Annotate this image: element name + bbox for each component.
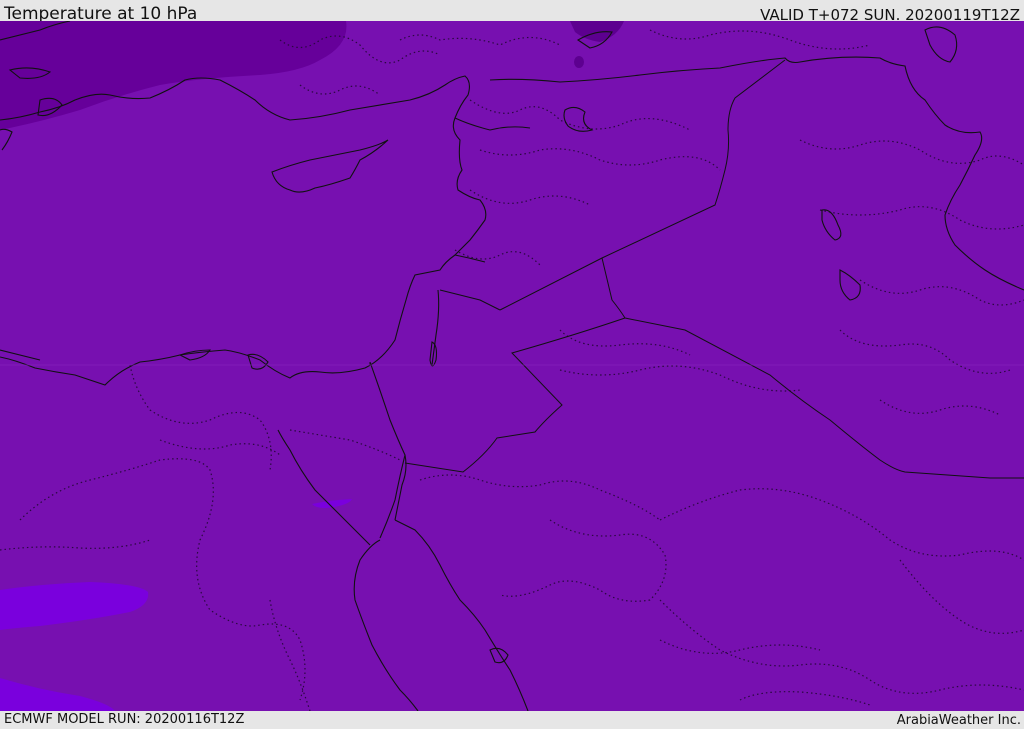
credit-label: ArabiaWeather Inc. xyxy=(896,713,1021,728)
model-run-label: ECMWF MODEL RUN: 20200116T12Z xyxy=(4,712,245,727)
map-footer: ECMWF MODEL RUN: 20200116T12Z ArabiaWeat… xyxy=(0,711,1024,729)
map-canvas[interactable] xyxy=(0,21,1024,711)
temperature-field xyxy=(0,21,1024,711)
map-header: Temperature at 10 hPa VALID T+072 SUN. 2… xyxy=(0,0,1024,24)
cold-spot xyxy=(574,56,584,68)
